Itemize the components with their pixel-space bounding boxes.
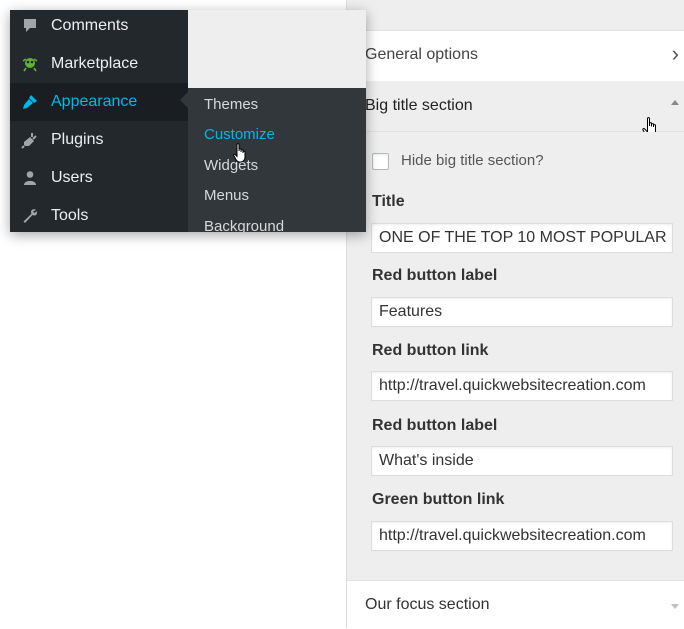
big-title-section-body: Hide big title section? Title ONE OF THE… (347, 132, 684, 580)
section-general-options[interactable]: General options › (347, 30, 684, 82)
menu-item-marketplace[interactable]: Marketplace (10, 45, 188, 83)
section-big-title-label: Big title section (365, 97, 473, 114)
menu-item-users[interactable]: Users (10, 159, 188, 197)
green-button-link-input[interactable]: http://travel.quickwebsitecreation.com (371, 521, 673, 551)
tools-wrench-icon (23, 209, 38, 223)
title-input[interactable]: ONE OF THE TOP 10 MOST POPULAR (371, 223, 673, 253)
hand-pointer-cursor-icon (233, 143, 246, 163)
red-button-label-field-label: Red button label (372, 267, 498, 284)
appearance-submenu: Themes Customize Widgets Menus Backgroun… (188, 88, 366, 232)
submenu-item-menus[interactable]: Menus (204, 187, 249, 204)
menu-item-users-label: Users (51, 169, 93, 186)
hide-big-title-checkbox[interactable] (372, 153, 389, 170)
menu-item-tools[interactable]: Tools (10, 197, 188, 232)
customizer-panel: General options › Big title section Hide… (346, 0, 684, 629)
section-our-focus[interactable]: Our focus section (347, 580, 684, 629)
submenu-item-customize[interactable]: Customize (204, 126, 275, 143)
second-button-label-input[interactable]: What's inside (371, 446, 673, 476)
second-button-label-field-label: Red button label (372, 417, 498, 434)
hide-big-title-checkbox-label: Hide big title section? (401, 152, 544, 169)
admin-menu-list: Comments Marketplace Appearance Plugins … (10, 10, 188, 232)
plugins-icon (21, 133, 37, 149)
caret-down-icon (671, 604, 679, 609)
section-general-options-label: General options (365, 46, 478, 63)
chevron-right-icon: › (671, 41, 679, 66)
users-icon (24, 171, 36, 185)
red-button-link-field-label: Red button link (372, 342, 489, 359)
red-button-label-input[interactable]: Features (371, 297, 673, 327)
menu-item-plugins-label: Plugins (51, 131, 104, 148)
menu-item-appearance-label: Appearance (51, 93, 138, 110)
menu-item-plugins[interactable]: Plugins (10, 121, 188, 159)
appearance-brush-icon (23, 95, 37, 109)
menu-flyout-backdrop (188, 10, 366, 88)
menu-item-appearance[interactable]: Appearance (10, 83, 188, 121)
title-field-label: Title (372, 193, 405, 210)
caret-up-icon (671, 100, 679, 105)
admin-menu: Comments Marketplace Appearance Plugins … (10, 10, 366, 232)
menu-item-marketplace-label: Marketplace (51, 55, 139, 72)
green-button-link-field-label: Green button link (372, 491, 505, 508)
menu-item-comments[interactable]: Comments (10, 10, 188, 45)
submenu-item-themes[interactable]: Themes (204, 96, 258, 113)
submenu-item-background[interactable]: Background (204, 218, 284, 232)
red-button-link-input[interactable]: http://travel.quickwebsitecreation.com (371, 371, 673, 401)
marketplace-icon (22, 58, 38, 72)
menu-item-comments-label: Comments (51, 17, 129, 34)
menu-item-tools-label: Tools (51, 207, 89, 224)
section-big-title[interactable]: Big title section (347, 81, 684, 132)
comments-icon (24, 19, 36, 32)
section-our-focus-label: Our focus section (365, 596, 490, 613)
